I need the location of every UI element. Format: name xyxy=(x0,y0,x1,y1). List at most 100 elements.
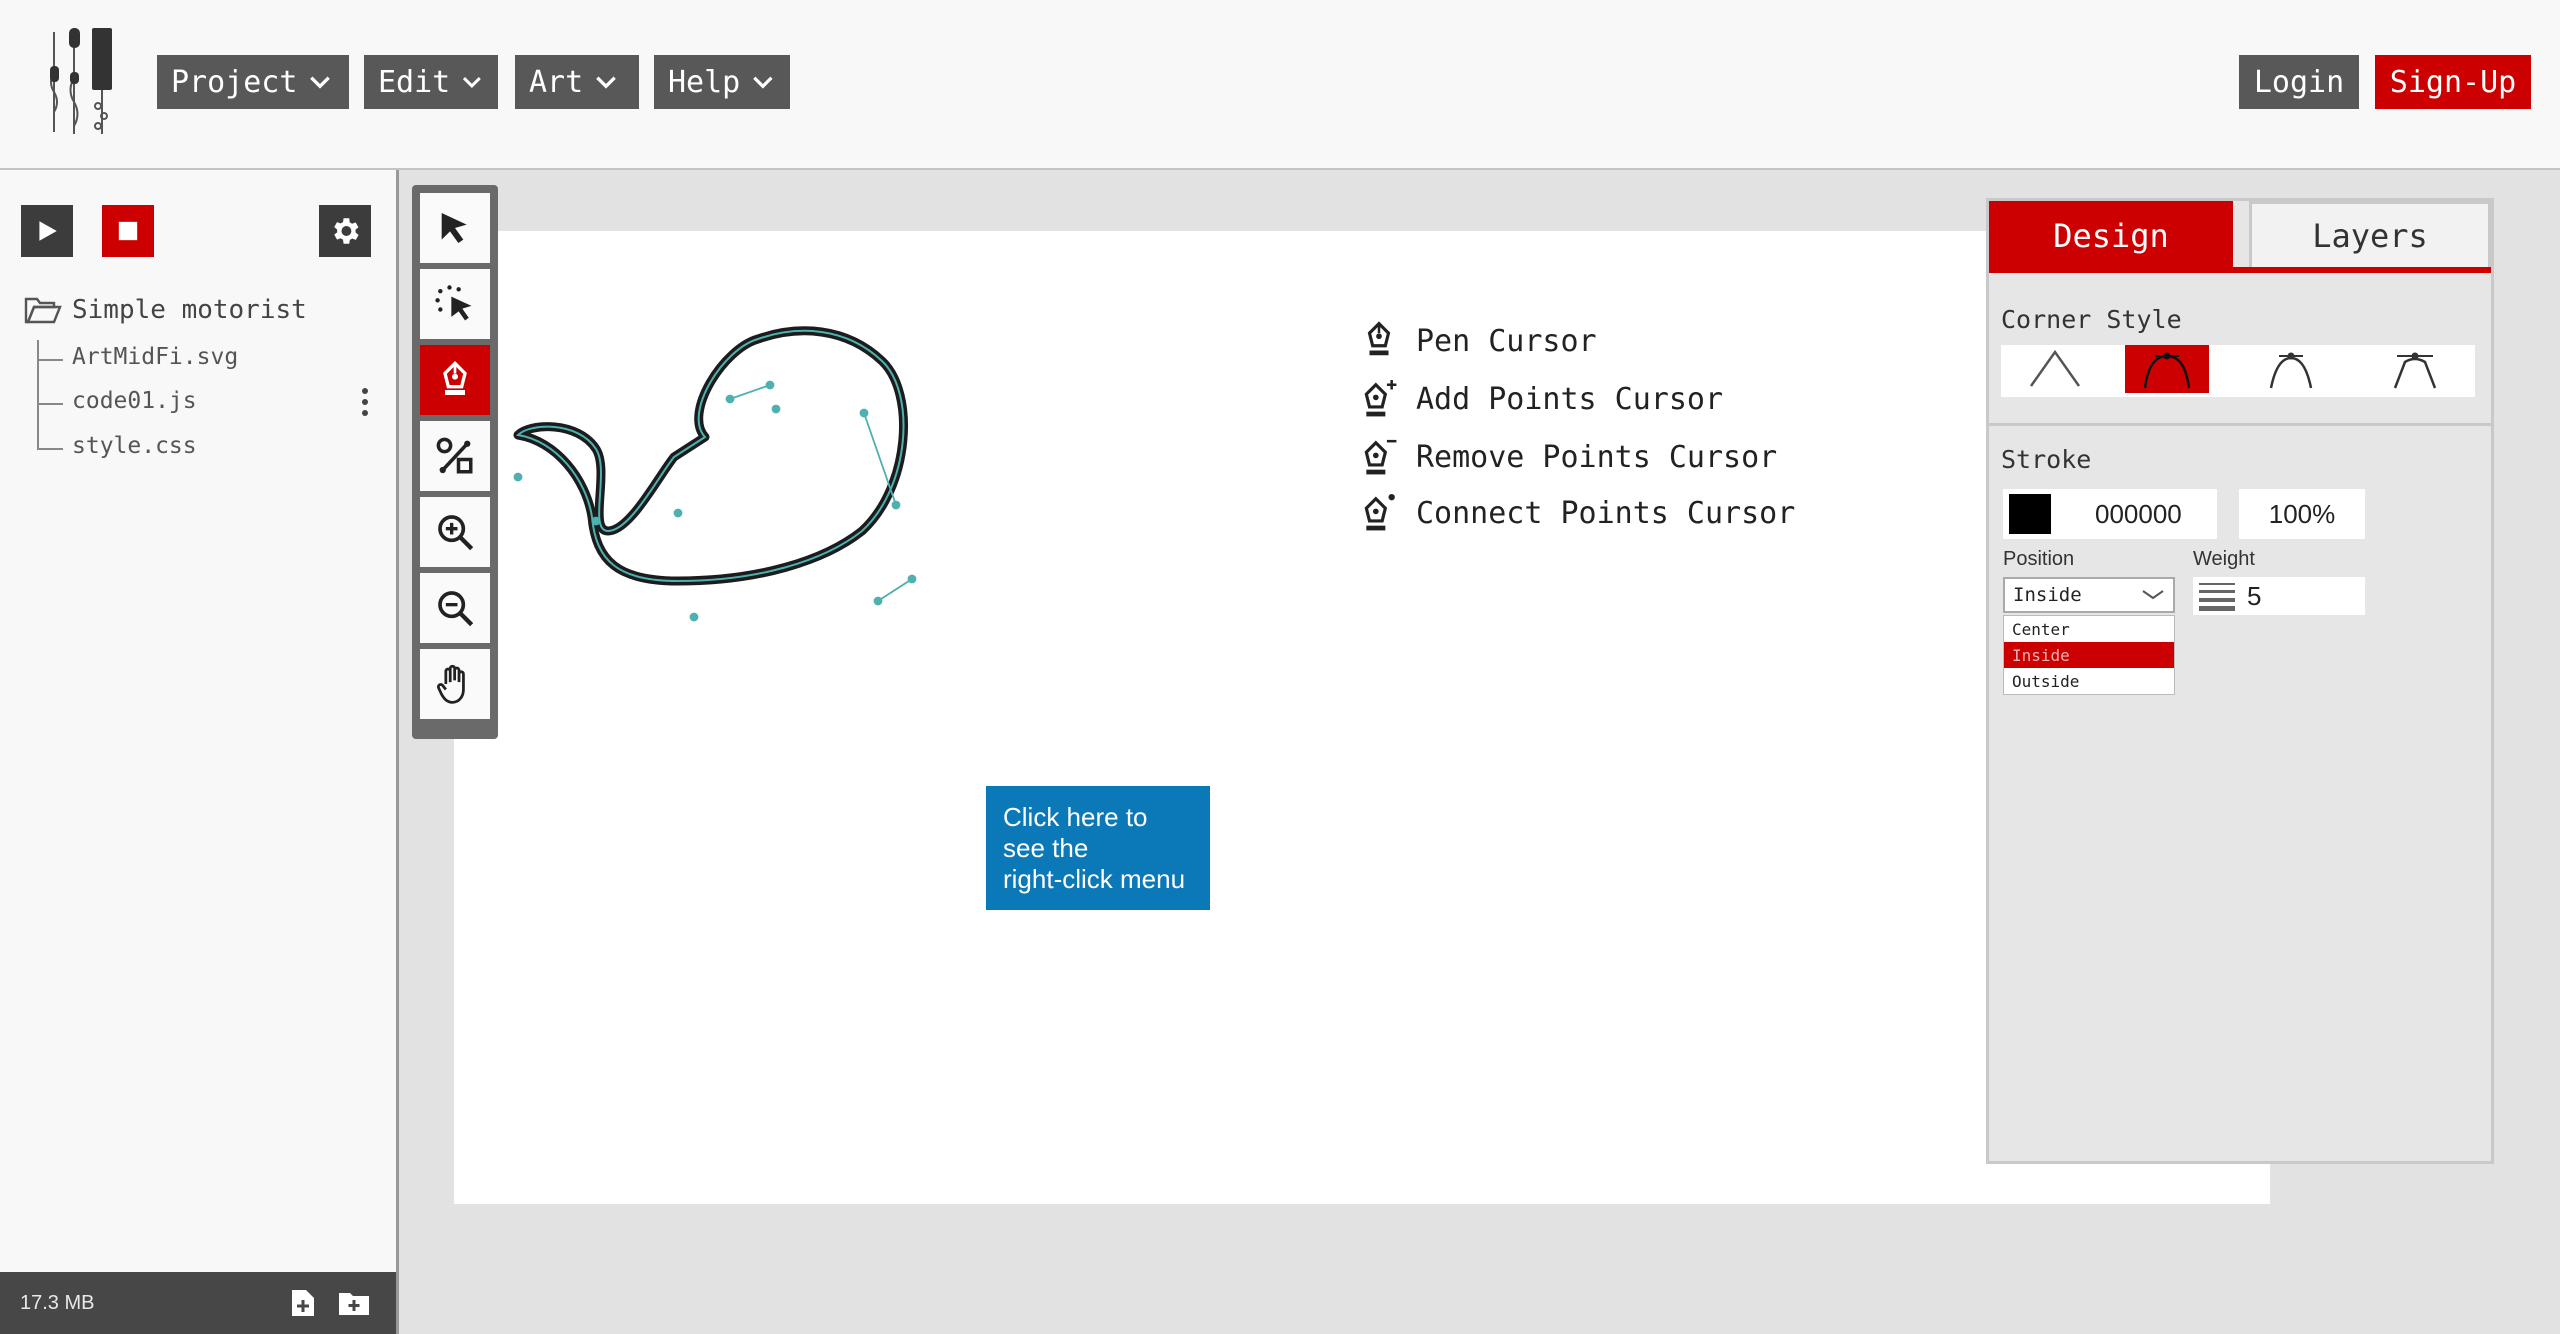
position-selected-value: Inside xyxy=(2013,584,2082,606)
corner-round-icon xyxy=(2143,352,2191,389)
settings-button[interactable] xyxy=(319,205,371,257)
stroke-opacity-field[interactable]: 100% xyxy=(2239,489,2365,539)
file-item[interactable]: code01.js xyxy=(72,388,197,414)
color-swatch[interactable] xyxy=(2009,494,2051,534)
tree-connector xyxy=(37,359,63,361)
pen-connect-icon xyxy=(1364,494,1395,531)
pan-tool[interactable] xyxy=(420,649,490,719)
tree-connector xyxy=(37,448,63,450)
new-file-icon[interactable] xyxy=(290,1288,316,1318)
signup-button[interactable]: Sign-Up xyxy=(2375,55,2531,109)
marquee-select-icon xyxy=(435,285,472,321)
file-tree: Simple motorist xyxy=(24,295,307,325)
pen-tool[interactable] xyxy=(420,345,490,415)
weight-label: Weight xyxy=(2193,548,2255,570)
shape-nodes-icon xyxy=(436,437,473,474)
legend-label: Remove Points Cursor xyxy=(1416,439,1778,475)
pen-remove-icon xyxy=(1364,439,1397,475)
folder-open-icon xyxy=(24,297,62,324)
legend-connect-points-cursor: Connect Points Cursor xyxy=(1360,492,1795,534)
sidebar-footer: 17.3 MB xyxy=(0,1272,396,1334)
stroke-color-field[interactable]: 000000 xyxy=(2003,489,2217,539)
hint-line: right-click menu xyxy=(1003,864,1186,894)
pen-icon xyxy=(1367,321,1391,356)
legend-label: Add Points Cursor xyxy=(1416,381,1724,417)
corner-bevel-icon xyxy=(2393,352,2437,389)
position-option-outside[interactable]: Outside xyxy=(2004,668,2174,694)
new-folder-icon[interactable] xyxy=(338,1290,370,1316)
menu-edit[interactable]: Edit xyxy=(364,55,498,109)
tree-connector xyxy=(37,340,39,450)
menu-help-label: Help xyxy=(668,64,741,100)
weight-field[interactable]: 5 xyxy=(2193,577,2365,615)
direct-select-tool[interactable] xyxy=(420,269,490,339)
chevron-down-icon xyxy=(463,76,482,89)
position-label: Position xyxy=(2003,548,2075,570)
menu-project[interactable]: Project xyxy=(157,55,349,109)
project-folder[interactable]: Simple motorist xyxy=(24,295,307,325)
chevron-down-icon xyxy=(596,76,617,89)
menu-project-label: Project xyxy=(171,64,298,100)
corner-smooth-icon xyxy=(2269,352,2313,389)
node-tool[interactable] xyxy=(420,421,490,491)
legend-label: Pen Cursor xyxy=(1416,323,1597,359)
legend-remove-points-cursor: Remove Points Cursor xyxy=(1360,436,1777,478)
storage-size: 17.3 MB xyxy=(20,1292,95,1314)
properties-panel: Design Layers Corner Style Stroke 000000… xyxy=(1986,198,2494,1164)
arrow-cursor-icon xyxy=(441,213,467,243)
stroke-color-value: 000000 xyxy=(2095,498,2182,529)
corner-sharp-option[interactable] xyxy=(2013,345,2097,393)
menu-help[interactable]: Help xyxy=(654,55,790,109)
right-click-hint-button[interactable]: Click here to see the right-click menu xyxy=(986,786,1210,910)
section-divider xyxy=(1989,423,2491,426)
menu-edit-label: Edit xyxy=(378,64,451,100)
corner-bevel-option[interactable] xyxy=(2373,345,2457,393)
hand-icon xyxy=(437,664,465,704)
tab-layers[interactable]: Layers xyxy=(2249,201,2491,271)
hint-line: Click here to xyxy=(1003,802,1148,832)
stop-button[interactable] xyxy=(102,205,154,257)
gear-icon xyxy=(334,218,359,244)
legend-pen-cursor: Pen Cursor xyxy=(1360,320,1597,362)
menu-art[interactable]: Art xyxy=(515,55,639,109)
pen-icon xyxy=(443,360,467,395)
chevron-down-icon xyxy=(2142,590,2164,600)
zoom-in-icon xyxy=(438,515,474,551)
tree-connector xyxy=(37,403,63,405)
position-option-center[interactable]: Center xyxy=(2004,616,2174,642)
position-dropdown: Center Inside Outside xyxy=(2003,615,2175,695)
legend-add-points-cursor: Add Points Cursor xyxy=(1360,378,1723,420)
hint-line: see the xyxy=(1003,833,1089,863)
top-header: Project Edit Art Help Login Sign-Up xyxy=(0,0,2560,170)
position-option-inside[interactable]: Inside xyxy=(2004,642,2174,668)
legend-label: Connect Points Cursor xyxy=(1416,495,1796,531)
file-sidebar: Simple motorist ArtMidFi.svg code01.js s… xyxy=(0,170,399,1334)
stroke-weight-icon xyxy=(2199,583,2235,611)
corner-smooth-option[interactable] xyxy=(2249,345,2333,393)
zoom-out-icon xyxy=(438,591,474,627)
corner-style-options xyxy=(2001,345,2475,397)
tab-design[interactable]: Design xyxy=(1989,201,2233,271)
zoom-out-tool[interactable] xyxy=(420,573,490,643)
tool-palette xyxy=(412,185,498,739)
project-name: Simple motorist xyxy=(72,295,307,325)
file-item[interactable]: ArtMidFi.svg xyxy=(72,344,238,370)
corner-style-label: Corner Style xyxy=(2001,305,2182,334)
chevron-down-icon xyxy=(753,76,773,89)
stop-icon xyxy=(118,221,138,241)
weight-value: 5 xyxy=(2247,580,2262,611)
corner-round-option[interactable] xyxy=(2125,345,2209,393)
run-button[interactable] xyxy=(21,205,73,257)
tab-underline xyxy=(1989,267,2491,273)
app-logo-icon xyxy=(50,28,112,134)
stroke-label: Stroke xyxy=(2001,445,2092,474)
position-select[interactable]: Inside xyxy=(2003,577,2175,613)
login-button[interactable]: Login xyxy=(2239,55,2359,109)
more-options-icon[interactable] xyxy=(358,386,372,418)
menu-art-label: Art xyxy=(529,64,584,100)
zoom-in-tool[interactable] xyxy=(420,497,490,567)
pen-add-icon xyxy=(1364,380,1397,417)
file-item[interactable]: style.css xyxy=(72,433,197,459)
select-tool[interactable] xyxy=(420,193,490,263)
play-icon xyxy=(39,221,57,241)
